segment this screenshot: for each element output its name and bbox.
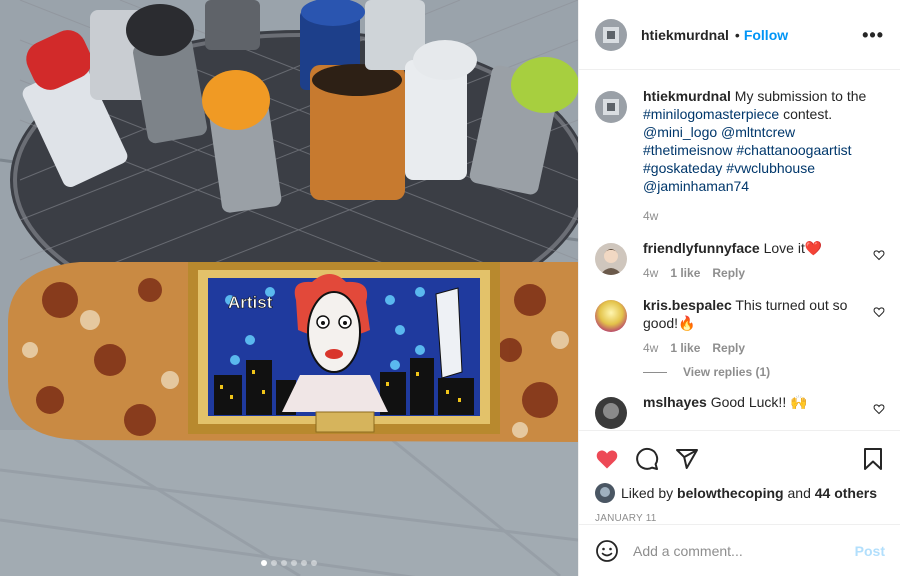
post-date[interactable]: January 11 xyxy=(595,513,885,524)
carousel-indicator xyxy=(0,560,578,566)
caption-text: My submission to the xyxy=(734,88,867,104)
liked-by-and: and xyxy=(787,485,811,501)
comment-age[interactable]: 4w xyxy=(643,341,658,355)
commenter-avatar[interactable] xyxy=(595,300,627,332)
comment-text: Love it❤️ xyxy=(763,240,823,256)
comment-input[interactable] xyxy=(633,542,855,559)
post-side-panel: htiekmurdnal • Follow ••• htiekmurdnal M… xyxy=(578,0,900,576)
more-options-icon[interactable]: ••• xyxy=(862,26,884,44)
author-username[interactable]: htiekmurdnal xyxy=(641,27,729,43)
carousel-dot[interactable] xyxy=(271,560,277,566)
liker-avatar[interactable] xyxy=(595,483,615,503)
carousel-dot[interactable] xyxy=(301,560,307,566)
bookmark-icon[interactable] xyxy=(861,447,885,471)
comments-list[interactable]: htiekmurdnal My submission to the #minil… xyxy=(579,71,900,430)
post-actions: Liked by belowthecoping and 44 others Ja… xyxy=(579,430,900,524)
follow-button[interactable]: Follow xyxy=(744,27,788,43)
carousel-dot[interactable] xyxy=(281,560,287,566)
comment-like-icon[interactable] xyxy=(873,306,885,318)
emoji-icon[interactable] xyxy=(595,539,619,563)
comment: friendlyfunnyface Love it❤️ 4w 1 like Re… xyxy=(595,239,885,280)
comment-author[interactable]: friendlyfunnyface xyxy=(643,240,760,256)
heart-filled-icon[interactable] xyxy=(595,447,619,471)
comment: mslhayes Good Luck!! 🙌 xyxy=(595,393,885,429)
post-header: htiekmurdnal • Follow ••• xyxy=(579,0,900,70)
reply-button[interactable]: Reply xyxy=(712,341,745,355)
reply-button[interactable]: Reply xyxy=(712,266,745,280)
comment-like-icon[interactable] xyxy=(873,249,885,261)
liked-by-others[interactable]: 44 others xyxy=(815,485,877,501)
comment-icon[interactable] xyxy=(635,447,659,471)
view-replies-button[interactable]: View replies (1) xyxy=(643,365,885,379)
liked-by-prefix: Liked by xyxy=(621,485,674,501)
caption-age[interactable]: 4w xyxy=(643,209,658,223)
add-comment-bar: Post xyxy=(579,524,900,576)
separator-dot: • xyxy=(734,26,740,43)
caption: htiekmurdnal My submission to the #minil… xyxy=(595,87,885,223)
painting-artist-text: Artist xyxy=(228,293,273,312)
comment-author[interactable]: mslhayes xyxy=(643,394,707,410)
carousel-dot[interactable] xyxy=(311,560,317,566)
share-icon[interactable] xyxy=(675,447,699,471)
comment-likes[interactable]: 1 like xyxy=(670,266,700,280)
author-avatar[interactable] xyxy=(595,18,627,51)
carousel-dot[interactable] xyxy=(261,560,267,566)
caption-tags[interactable]: @mini_logo @mltntcrew #thetimeisnow #cha… xyxy=(643,124,852,194)
replies-divider xyxy=(643,371,667,373)
commenter-avatar[interactable] xyxy=(595,397,627,429)
comment-text: Good Luck!! 🙌 xyxy=(710,394,808,410)
comment: kris.bespalec This turned out so good!🔥 … xyxy=(595,296,885,355)
caption-author[interactable]: htiekmurdnal xyxy=(643,88,731,104)
carousel-dot[interactable] xyxy=(291,560,297,566)
liked-by: Liked by belowthecoping and 44 others xyxy=(595,483,885,503)
post-image[interactable]: Artist xyxy=(0,0,578,576)
comment-likes[interactable]: 1 like xyxy=(670,341,700,355)
post-photo-scene: Artist xyxy=(0,0,578,576)
liked-by-user[interactable]: belowthecoping xyxy=(677,485,784,501)
post-comment-button[interactable]: Post xyxy=(855,543,885,559)
comment-age[interactable]: 4w xyxy=(643,266,658,280)
caption-text-after: contest. xyxy=(783,106,833,122)
commenter-avatar[interactable] xyxy=(595,243,627,275)
author-avatar[interactable] xyxy=(595,91,627,123)
comment-like-icon[interactable] xyxy=(873,403,885,415)
comment-author[interactable]: kris.bespalec xyxy=(643,297,732,313)
caption-hashtag[interactable]: #minilogomasterpiece xyxy=(643,106,779,122)
view-replies-label[interactable]: View replies (1) xyxy=(683,365,770,379)
